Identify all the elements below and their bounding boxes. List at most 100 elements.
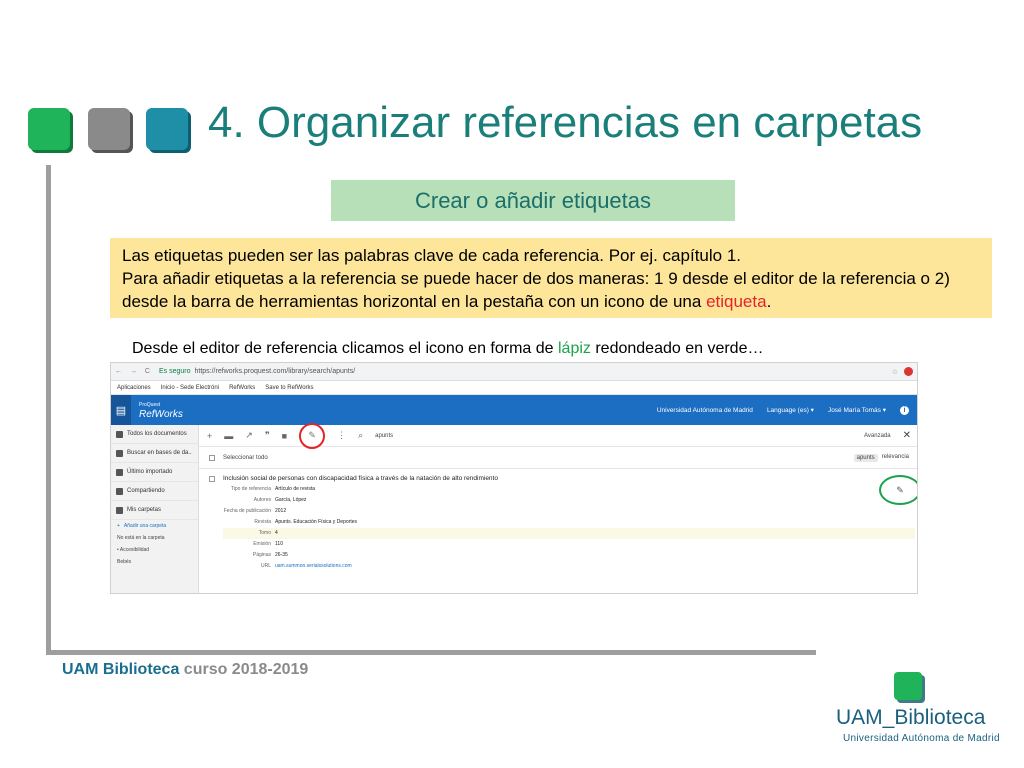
field-key: URL: [260, 563, 271, 569]
field-row: Páginas 26-35: [223, 550, 917, 561]
caption-text-pre: Desde el editor de referencia clicamos e…: [132, 340, 558, 357]
field-row: Fecha de publicación 2012: [223, 506, 917, 517]
sidebar-item-all-documents[interactable]: Todos los documentos: [111, 425, 198, 444]
folder-accesibilidad[interactable]: • Accesibilidad: [111, 544, 198, 556]
refworks-header: ▤ ProQuest RefWorks Universidad Autónoma…: [111, 395, 917, 425]
sidebar-item-search-databases[interactable]: Buscar en bases de da..: [111, 444, 198, 463]
folder-icon: [116, 506, 123, 514]
left-divider: [46, 165, 51, 655]
note-box: Las etiquetas pueden ser las palabras cl…: [110, 238, 992, 318]
not-in-folder-item[interactable]: No está en la carpeta: [111, 532, 198, 544]
uam-logo-subtitle: Universidad Autónoma de Madrid: [843, 733, 1000, 744]
bookmark-item[interactable]: RefWorks: [229, 385, 255, 391]
field-row: Autores García, López: [223, 495, 917, 506]
field-value: García, López: [275, 497, 307, 503]
folder-bebes[interactable]: Bebés: [111, 556, 198, 568]
info-icon[interactable]: i: [900, 405, 909, 415]
uam-logo-square: [894, 672, 922, 700]
bookmark-item[interactable]: Inicio - Sede Electróni: [161, 385, 219, 391]
field-value: 2012: [275, 508, 287, 514]
browser-nav-icons[interactable]: ← → C: [115, 368, 153, 375]
sidebar: Todos los documentos Buscar en bases de …: [111, 425, 199, 593]
database-icon: [116, 449, 123, 457]
grey-square-decoration: [88, 108, 130, 150]
reference-title[interactable]: Inclusión social de personas con discapa…: [223, 475, 498, 482]
reference-item: Inclusión social de personas con discapa…: [199, 469, 917, 572]
advanced-search-link[interactable]: Avanzada: [864, 433, 891, 439]
share-icon[interactable]: ↗: [245, 430, 253, 441]
add-icon[interactable]: +: [207, 431, 212, 441]
field-row: Revista Apunts. Educación Física y Deport…: [223, 517, 917, 528]
field-key: Revista: [254, 519, 271, 525]
note-line-1: Las etiquetas pueden ser las palabras cl…: [122, 246, 741, 265]
language-menu[interactable]: Language (es) ▾: [767, 406, 814, 414]
selection-row: Seleccionar todo apunts relevancia: [199, 447, 917, 469]
close-icon[interactable]: ✕: [903, 430, 911, 441]
reference-checkbox[interactable]: [209, 475, 215, 482]
sidebar-item-label: Último importado: [127, 469, 173, 475]
refworks-screenshot: ← → C Es seguro https://refworks.proques…: [110, 362, 918, 594]
select-all-checkbox[interactable]: [209, 454, 215, 461]
toolbar: + ▬ ↗ ❞ ■ ✎ ⋮ ⌕ apunts Avanzada ✕: [199, 422, 917, 449]
people-icon: [116, 487, 123, 495]
tag-icon-highlighted[interactable]: ✎: [299, 422, 326, 449]
reference-fields: Tipo de referencia Artículo de revista Au…: [223, 484, 917, 572]
sub-label: Bebés: [117, 559, 132, 565]
clock-icon: [116, 468, 123, 476]
field-value: Apunts. Educación Física y Deportes: [275, 519, 357, 525]
bottom-divider: [46, 650, 816, 655]
edit-pencil-icon-highlighted[interactable]: ✎: [879, 475, 917, 505]
brand-big: RefWorks: [139, 409, 183, 420]
caption-text-post: redondeado en verde…: [590, 340, 764, 357]
select-all-label[interactable]: Seleccionar todo: [223, 455, 268, 461]
sidebar-item-label: Todos los documentos: [127, 431, 187, 437]
search-icon[interactable]: ⌕: [358, 430, 363, 441]
refworks-logo[interactable]: ProQuest RefWorks: [139, 401, 183, 420]
field-key: Autores: [253, 497, 271, 503]
folder-icon[interactable]: ▬: [224, 431, 233, 441]
bookmarks-bar: Aplicaciones Inicio - Sede Electróni Ref…: [111, 381, 917, 395]
sidebar-item-sharing[interactable]: Compartiendo: [111, 482, 198, 501]
sidebar-item-label: Compartiendo: [127, 488, 165, 494]
extension-icon[interactable]: [904, 367, 913, 376]
note-period: .: [766, 292, 772, 311]
reference-title-row: Inclusión social de personas con discapa…: [209, 475, 917, 482]
more-icon[interactable]: ⋮: [337, 430, 346, 441]
note-highlight-etiqueta: etiqueta: [706, 292, 767, 311]
subtitle-box: Crear o añadir etiquetas: [331, 180, 735, 221]
field-row: Tipo de referencia Artículo de revista: [223, 484, 917, 495]
sidebar-item-last-imported[interactable]: Último importado: [111, 463, 198, 482]
sub-label: No está en la carpeta: [117, 535, 165, 541]
uam-logo-text: UAM_Biblioteca: [836, 706, 986, 729]
sidebar-item-label: Buscar en bases de da..: [127, 450, 192, 456]
field-key: Tipo de referencia: [230, 486, 271, 492]
bookmark-item[interactable]: Aplicaciones: [117, 385, 151, 391]
footer-brand: UAM Biblioteca: [62, 661, 180, 678]
field-key: Fecha de publicación: [223, 508, 271, 514]
search-chip[interactable]: apunts: [853, 453, 878, 462]
star-icon[interactable]: ☆: [892, 368, 898, 376]
tag-icon: ✎: [308, 430, 316, 440]
field-key: Tomo: [258, 530, 271, 536]
plus-icon: +: [117, 523, 120, 529]
university-label[interactable]: Universidad Autónoma de Madrid: [657, 407, 753, 414]
url-link[interactable]: uam.summon.serialssolutions.com: [275, 561, 352, 572]
field-row-highlighted: Tomo 4: [223, 528, 915, 539]
sidebar-item-label: Mis carpetas: [127, 507, 162, 513]
user-menu[interactable]: José María Tomás ▾: [828, 406, 886, 414]
field-row: URL uam.summon.serialssolutions.com: [223, 561, 917, 572]
secure-label: Es seguro: [158, 368, 191, 375]
search-input[interactable]: apunts: [375, 433, 393, 439]
sidebar-item-my-folders[interactable]: Mis carpetas: [111, 501, 198, 520]
document-icon: [116, 430, 123, 438]
trash-icon[interactable]: ■: [282, 431, 287, 441]
green-square-decoration: [28, 108, 70, 150]
sub-label: Añadir una carpeta: [123, 523, 167, 529]
bookmark-item[interactable]: Save to RefWorks: [265, 385, 313, 391]
sort-by[interactable]: relevancia: [882, 454, 909, 462]
field-value: 110: [275, 541, 283, 547]
quote-icon[interactable]: ❞: [265, 430, 270, 441]
url-text[interactable]: https://refworks.proquest.com/library/se…: [194, 368, 891, 375]
document-icon[interactable]: ▤: [111, 395, 131, 425]
add-folder-link[interactable]: + Añadir una carpeta: [111, 520, 198, 532]
